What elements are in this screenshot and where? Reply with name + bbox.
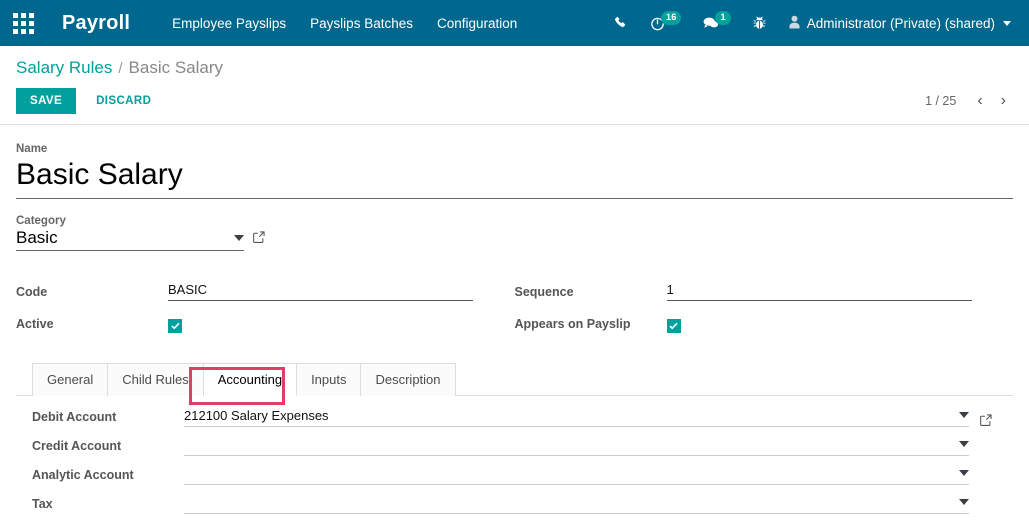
tab-inputs[interactable]: Inputs [297,362,362,396]
chevron-down-icon[interactable] [959,499,969,505]
credit-account-label: Credit Account [32,438,122,453]
credit-account-field[interactable] [184,436,969,456]
name-label: Name [16,143,48,155]
discard-button[interactable]: DISCARD [84,88,163,114]
name-field-group: Name [16,143,1013,199]
code-label: Code [16,284,48,299]
messages-icon[interactable]: 1 [693,0,740,46]
inner-group-left: Code Active [16,277,515,341]
breadcrumb-separator: / [118,60,123,77]
pager-count: 1 / 25 [925,94,957,108]
sequence-input[interactable] [666,281,972,301]
accounting-tab-page: Debit Account Credit Account [16,396,1013,514]
external-link-icon[interactable] [979,413,997,427]
breadcrumb-current-record: Basic Salary [128,58,224,77]
external-link-icon[interactable] [252,230,266,249]
active-label: Active [16,316,54,331]
chevron-left-icon[interactable]: ‹ [970,91,989,111]
form-sheet: Name Category Code [0,125,1029,514]
menu-item-configuration[interactable]: Configuration [425,2,529,45]
category-field-group: Category [16,215,1013,251]
chevron-down-icon[interactable] [959,470,969,476]
inner-group: Code Active Sequence Appears on Payslip [16,277,1013,341]
active-checkbox[interactable] [168,318,182,333]
messages-counter-badge: 1 [715,11,731,25]
appears-on-payslip-checkbox[interactable] [666,318,681,333]
analytic-account-row: Analytic Account [32,465,997,485]
code-field-row: Code [16,277,515,301]
debit-account-label: Debit Account [32,409,117,424]
analytic-account-label: Analytic Account [32,467,134,482]
tab-description[interactable]: Description [361,362,456,396]
name-input[interactable] [16,156,1013,199]
debit-account-input[interactable] [184,407,959,423]
debit-account-row: Debit Account [32,407,997,427]
top-navbar: Payroll Employee Payslips Payslips Batch… [0,0,1029,46]
debug-bug-icon[interactable] [743,0,776,46]
control-panel: Salary Rules / Basic Salary SAVE DISCARD… [0,46,1029,125]
tab-general[interactable]: General [32,362,109,396]
credit-account-input[interactable] [184,436,959,452]
appears-on-payslip-field-row: Appears on Payslip [515,309,1014,333]
tax-field[interactable] [184,494,969,514]
analytic-account-input[interactable] [184,465,959,481]
user-menu-label: Administrator (Private) (shared) [806,15,995,31]
analytic-account-field[interactable] [184,465,969,485]
tax-row: Tax [32,494,997,514]
tab-accounting[interactable]: Accounting [203,362,298,396]
chevron-right-icon[interactable]: › [994,91,1013,111]
appears-on-payslip-label: Appears on Payslip [514,316,631,331]
notebook-tabs: General Child Rules Accounting Inputs De… [16,362,1013,405]
record-pager: 1 / 25 ‹ › [925,91,1013,111]
sequence-label: Sequence [514,284,574,299]
control-panel-actions: SAVE DISCARD 1 / 25 ‹ › [16,88,1013,114]
credit-account-row: Credit Account [32,436,997,456]
code-input[interactable] [168,281,473,301]
user-menu[interactable]: Administrator (Private) (shared) [778,0,1019,46]
activity-counter-badge: 16 [660,11,682,25]
chevron-down-icon[interactable] [234,234,244,241]
breadcrumb: Salary Rules / Basic Salary [16,58,1013,78]
chevron-down-icon[interactable] [959,412,969,418]
app-brand-payroll[interactable]: Payroll [62,12,130,35]
breadcrumb-parent-salary-rules[interactable]: Salary Rules [16,58,112,78]
navbar-right-tools: 16 1 Administrator (Private) (shared) [604,0,1029,46]
user-avatar-icon [788,15,801,32]
inner-group-right: Sequence Appears on Payslip [515,277,1014,341]
apps-menu-button[interactable] [0,0,46,46]
tab-child-rules[interactable]: Child Rules [108,362,204,396]
phone-icon[interactable] [604,0,638,46]
tax-input[interactable] [184,494,959,510]
menu-item-payslips-batches[interactable]: Payslips Batches [298,2,425,45]
menu-item-employee-payslips[interactable]: Employee Payslips [160,2,298,45]
notebook: General Child Rules Accounting Inputs De… [16,362,1013,514]
activity-clock-icon[interactable]: 16 [640,0,692,46]
category-select[interactable] [16,227,244,251]
navbar-menu: Employee Payslips Payslips Batches Confi… [160,2,529,45]
chevron-down-icon [1003,20,1011,26]
save-button[interactable]: SAVE [16,88,77,114]
category-label: Category [16,214,66,227]
active-field-row: Active [16,309,515,333]
chevron-down-icon[interactable] [959,441,969,447]
tax-label: Tax [32,496,53,511]
category-input[interactable] [16,227,234,248]
apps-grid-icon [12,12,34,34]
debit-account-field[interactable] [184,407,969,427]
sequence-field-row: Sequence [515,277,1014,301]
